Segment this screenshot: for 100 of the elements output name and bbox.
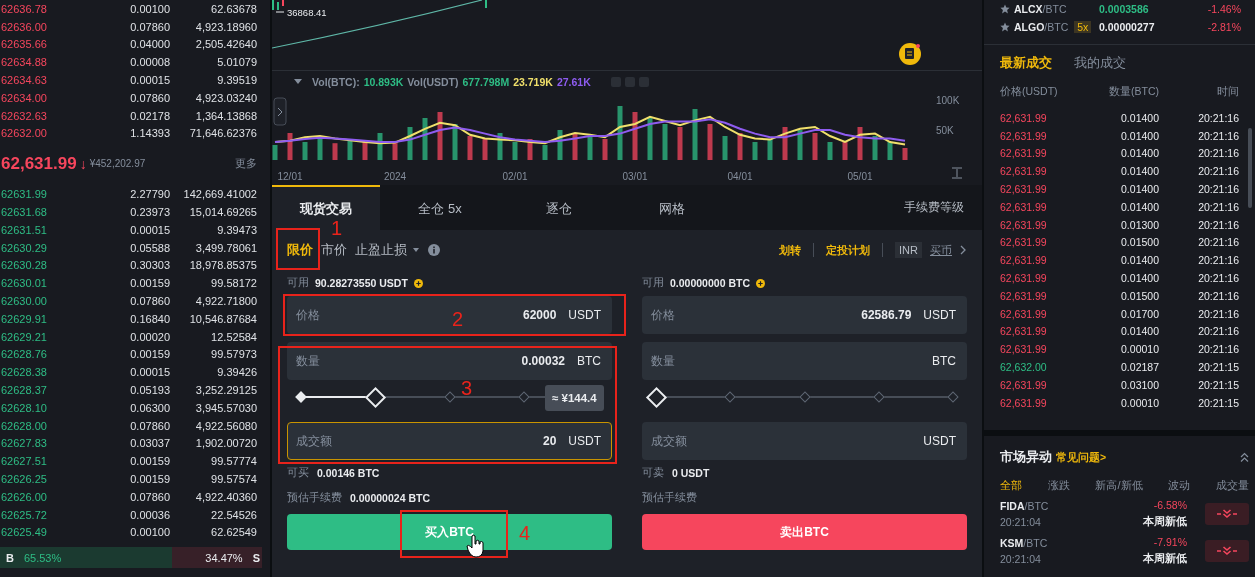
amount-field[interactable]: 数量 BTC (642, 342, 967, 380)
filter-tab[interactable]: 成交量 (1216, 478, 1249, 494)
event-time: 20:21:04 (1000, 553, 1042, 566)
order-type-tab[interactable]: 止盈止损 (355, 241, 420, 259)
trade-price: 62,631.99 (1000, 272, 1048, 285)
filter-tab[interactable]: 全部 (1000, 478, 1022, 494)
pair-price: 0.00000277 (1099, 21, 1156, 33)
trade-amount: 0.00010 (1120, 343, 1159, 356)
bid-price: 62626.25 (0, 473, 48, 485)
order-type-tab[interactable]: 市价 (321, 241, 347, 259)
bid-amount: 0.03037 (129, 437, 170, 450)
bid-total: 22.54526 (210, 508, 257, 521)
bid-price: 62627.83 (0, 437, 48, 450)
bid-total: 3,945.57030 (194, 401, 257, 414)
max-label: 可买 (287, 465, 309, 480)
bid-total: 9.39426 (216, 366, 257, 379)
price-field[interactable]: 价格 62586.79 USDT (642, 296, 967, 334)
trade-price: 62,631.99 (1000, 396, 1048, 409)
currency-badge[interactable]: INR (895, 242, 922, 258)
trade-price: 62,631.99 (1000, 129, 1048, 142)
trade-price: 62,631.99 (1000, 183, 1048, 196)
bid-price: 62625.49 (0, 526, 48, 539)
bid-amount: 0.00159 (129, 277, 170, 290)
pair-name[interactable]: ALGO/BTC (1014, 21, 1069, 33)
trade-price: 62,631.99 (1000, 218, 1048, 231)
trade-amount: 0.01400 (1120, 183, 1159, 196)
trades-tab[interactable]: 我的成交 (1074, 54, 1126, 72)
trade-time: 20:21:16 (1197, 111, 1239, 124)
pair-name[interactable]: KSM/BTC (1000, 537, 1143, 550)
trade-time: 20:21:16 (1197, 147, 1239, 160)
trade-price: 62,631.99 (1000, 254, 1048, 267)
bid-price: 62630.01 (0, 277, 48, 290)
filter-tab[interactable]: 新高/新低 (1095, 478, 1143, 494)
fee-level-link[interactable]: 手续费等级 (904, 199, 964, 216)
ask-amount: 0.04000 (129, 38, 170, 51)
trade-amount: 0.01700 (1120, 307, 1159, 320)
more-link[interactable]: 更多 (235, 156, 257, 172)
ask-amount: 0.00100 (129, 2, 170, 15)
legend-text: Vol(USDT) (407, 75, 459, 88)
price-label: 36868.41 (287, 7, 327, 18)
legend-text: 10.893K (363, 75, 404, 88)
ask-total: 71,646.62376 (188, 127, 257, 140)
trade-time: 20:21:15 (1197, 361, 1239, 374)
bid-total: 99.58172 (210, 277, 257, 290)
pair-price: 0.0003586 (1099, 3, 1150, 15)
header-link[interactable]: 定投计划 (826, 242, 871, 258)
trade-price: 62,631.99 (1000, 111, 1048, 124)
trade-price: 62,631.99 (1000, 289, 1048, 302)
header-link[interactable]: 划转 (779, 242, 802, 258)
bid-amount: 0.30303 (129, 259, 170, 272)
trade-time: 20:21:16 (1197, 165, 1239, 178)
trade-amount: 0.01500 (1120, 289, 1159, 302)
total-field[interactable]: 成交额 20 USDT (287, 422, 612, 460)
trade-time: 20:21:16 (1197, 254, 1239, 267)
ask-price: 62634.88 (0, 56, 48, 69)
faq-link[interactable]: 常见问题> (1056, 450, 1107, 465)
legend-text: 23.719K (513, 75, 553, 88)
bid-total: 18,978.85375 (188, 259, 257, 272)
trade-tab[interactable]: 逐仓 (500, 185, 618, 230)
buy-crypto-link[interactable]: 买币 (930, 242, 952, 258)
trade-price: 62,631.99 (1000, 147, 1048, 160)
trade-time: 20:21:15 (1197, 378, 1239, 391)
column-header: 数量(BTC) (1108, 85, 1159, 99)
bid-price: 62629.21 (0, 330, 48, 343)
bid-price: 62630.00 (0, 295, 48, 308)
price-change: -7.91% (1153, 536, 1187, 549)
pair-name[interactable]: ALCX/BTC (1014, 3, 1067, 15)
ask-price: 62636.78 (0, 2, 48, 15)
trades-tab[interactable]: 最新成交 (1000, 54, 1052, 72)
bid-amount: 0.05588 (129, 241, 170, 254)
filter-tab[interactable]: 波动 (1168, 478, 1191, 494)
sell-button[interactable]: 卖出BTC (642, 514, 967, 550)
bid-price: 62627.51 (0, 455, 48, 468)
trade-tab[interactable]: 全仓 5x (380, 185, 500, 230)
buy-ratio-value: 65.53% (23, 551, 62, 564)
bid-amount: 0.00100 (129, 526, 170, 539)
ask-total: 2,505.42640 (194, 38, 257, 51)
axis-label: 12/01 (277, 171, 303, 182)
bid-amount: 0.07860 (129, 419, 170, 432)
bid-price: 62625.72 (0, 508, 48, 521)
order-type-tab[interactable]: 限价 (287, 241, 313, 259)
trade-price: 62,632.00 (1000, 361, 1048, 374)
filter-tab[interactable]: 涨跌 (1047, 478, 1070, 494)
bid-amount: 0.00036 (129, 508, 170, 521)
trade-price: 62,631.99 (1000, 343, 1048, 356)
available-balance: 0.00000000 BTC (670, 277, 750, 289)
max-value: 0.00146 BTC (317, 466, 380, 479)
buy-ratio-label: B (6, 551, 14, 564)
amount-field[interactable]: 数量 0.00032 BTC (287, 342, 612, 380)
pair-name[interactable]: FIDA/BTC (1000, 500, 1143, 513)
trade-tab[interactable]: 网格 (618, 185, 726, 230)
trade-price: 62,631.99 (1000, 307, 1048, 320)
bid-price: 62631.99 (0, 188, 48, 201)
bid-price: 62631.51 (0, 223, 48, 236)
trade-time: 20:21:16 (1197, 129, 1239, 142)
bid-total: 4,922.71800 (194, 295, 257, 308)
bid-total: 142,669.41002 (182, 188, 257, 201)
total-field[interactable]: 成交额 USDT (642, 422, 967, 460)
ask-amount: 0.02178 (129, 109, 170, 122)
bid-amount: 0.00015 (129, 366, 170, 379)
